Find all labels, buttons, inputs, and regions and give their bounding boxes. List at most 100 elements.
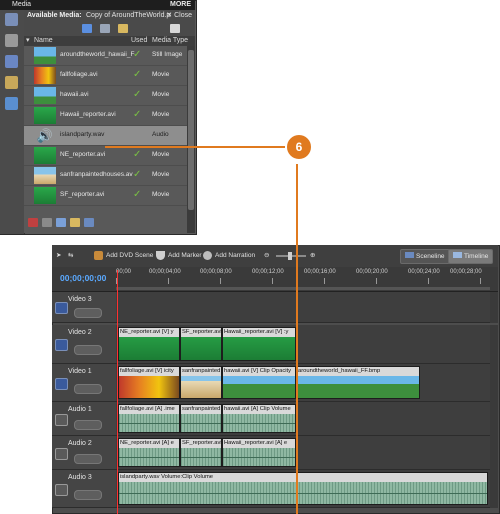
- list-view-icon[interactable]: [42, 218, 52, 227]
- ruler-tick-label: 00;00;28;00: [450, 269, 482, 275]
- timeline-scrollbar[interactable]: [490, 325, 498, 364]
- add-narration-label: Add Narration: [215, 252, 256, 259]
- track-lane[interactable]: [116, 292, 490, 323]
- selection-tool-icon[interactable]: ➤: [56, 250, 61, 262]
- audio-clip[interactable]: islandparty.wav Volume:Clip Volume: [118, 472, 488, 505]
- media-thumbnail: [34, 147, 56, 164]
- used-column-header[interactable]: Used: [131, 36, 147, 46]
- audio-clip[interactable]: hawaii.avi [A] Clip Volume: [222, 404, 296, 433]
- video-clip[interactable]: NE_reporter.avi [V] y: [118, 327, 180, 361]
- clip-label: sanfranpainted: [181, 405, 221, 414]
- media-item-name: islandparty.wav: [60, 131, 105, 138]
- media-list-item[interactable]: NE_reporter.avi ✓ Movie: [24, 146, 187, 166]
- video-track-icon[interactable]: [55, 339, 68, 351]
- media-list-item[interactable]: sanfranpaintedhouses.av ✓ Movie: [24, 166, 187, 186]
- media-list-item-selected[interactable]: 🔊 islandparty.wav Audio: [24, 126, 187, 146]
- track-lane[interactable]: islandparty.wav Volume:Clip Volume: [116, 470, 490, 508]
- add-narration-button[interactable]: Add Narration: [203, 250, 255, 262]
- still-image-filter-icon[interactable]: [118, 24, 128, 33]
- media-scrollbar[interactable]: [187, 46, 195, 233]
- audio-clip[interactable]: fallfoliage.avi [A] .ime: [118, 404, 180, 433]
- media-scroll-thumb[interactable]: [188, 50, 194, 210]
- track-options-toggle[interactable]: [74, 454, 102, 464]
- audio-track-icon[interactable]: [55, 484, 68, 496]
- work-area-bar[interactable]: [116, 287, 490, 290]
- more-menu-button[interactable]: MORE: [170, 0, 191, 10]
- track-lane[interactable]: NE_reporter.avi [V] y SF_reporter.avi [V…: [116, 325, 490, 364]
- tab-sceneline[interactable]: Sceneline: [400, 249, 450, 264]
- media-icon[interactable]: [5, 34, 18, 47]
- media-list-item[interactable]: Hawaii_reporter.avi ✓ Movie: [24, 106, 187, 126]
- video-clip[interactable]: hawaii.avi [V] Clip Opacity: [222, 366, 296, 399]
- dvd-scene-icon: [94, 250, 103, 260]
- timeline-scrollbar[interactable]: [490, 364, 498, 402]
- playhead[interactable]: [117, 270, 118, 514]
- ruler-tick: [168, 278, 169, 284]
- media-thumbnail: [34, 107, 56, 124]
- transitions-icon[interactable]: [5, 76, 18, 89]
- audio-track-icon[interactable]: [55, 448, 68, 460]
- type-column-header[interactable]: Media Type: [152, 36, 188, 46]
- delete-icon[interactable]: [28, 218, 38, 227]
- titles-icon[interactable]: [5, 97, 18, 110]
- video-filter-icon[interactable]: [82, 24, 92, 33]
- zoom-in-icon[interactable]: ⊕: [310, 250, 315, 262]
- organizer-icon[interactable]: [5, 13, 18, 26]
- icon-view-icon[interactable]: [56, 218, 66, 227]
- audio-clip[interactable]: Hawaii_reporter.avi [A] e: [222, 438, 296, 467]
- audio-clip[interactable]: NE_reporter.avi [A] e: [118, 438, 180, 467]
- audio-clip[interactable]: SF_reporter.avi [A]: [180, 438, 222, 467]
- still-image-clip[interactable]: aroundtheworld_hawaii_FF.bmp: [296, 366, 420, 399]
- track-lane[interactable]: NE_reporter.avi [A] e SF_reporter.avi [A…: [116, 436, 490, 470]
- timeline-scrollbar[interactable]: [490, 470, 498, 508]
- media-list-item[interactable]: fallfoliage.avi ✓ Movie: [24, 66, 187, 86]
- track-options-toggle[interactable]: [74, 384, 102, 394]
- video-clip[interactable]: sanfranpainted: [180, 366, 222, 399]
- track-options-toggle[interactable]: [74, 490, 102, 500]
- media-filter-toolbar: [24, 22, 195, 37]
- new-item-icon[interactable]: [170, 24, 180, 33]
- add-dvd-scene-button[interactable]: Add DVD Scene: [94, 250, 153, 262]
- track-options-toggle[interactable]: [74, 345, 102, 355]
- timeline-scrollbar[interactable]: [490, 292, 498, 323]
- name-column-header[interactable]: Name: [34, 36, 53, 46]
- audio-track-icon[interactable]: [55, 414, 68, 426]
- close-button[interactable]: ✕ Close: [166, 10, 192, 22]
- zoom-out-icon[interactable]: ⊖: [264, 250, 269, 262]
- video-track-icon[interactable]: [55, 302, 68, 314]
- track-options-toggle[interactable]: [74, 308, 102, 318]
- track-name: Audio 1: [68, 406, 92, 413]
- ruler-tick-label: 00;00: [116, 269, 132, 275]
- audio-clip[interactable]: sanfranpainted: [180, 404, 222, 433]
- track-options-toggle[interactable]: [74, 420, 102, 430]
- media-item-type: Movie: [152, 111, 170, 118]
- time-ruler[interactable]: 00;00 00;00;04;00 00;00;08;00 00;00;12;0…: [116, 267, 490, 291]
- tab-timeline[interactable]: Timeline: [448, 249, 494, 264]
- track-lane[interactable]: fallfoliage.avi [V] icity sanfranpainted…: [116, 364, 490, 402]
- media-list-item[interactable]: SF_reporter.avi ✓ Movie: [24, 186, 187, 206]
- callout-leader-line: [105, 146, 285, 148]
- video-track-icon[interactable]: [55, 378, 68, 390]
- add-marker-button[interactable]: Add Marker: [156, 250, 202, 262]
- video-clip[interactable]: Hawaii_reporter.avi [V] :y: [222, 327, 296, 361]
- current-timecode[interactable]: 00;00;00;00: [60, 273, 106, 283]
- media-item-type: Movie: [152, 71, 170, 78]
- clip-label: hawaii.avi [V] Clip Opacity: [223, 367, 295, 376]
- track-lane[interactable]: fallfoliage.avi [A] .ime sanfranpainted …: [116, 402, 490, 436]
- audio-filter-icon[interactable]: [100, 24, 110, 33]
- timeline-scrollbar[interactable]: [490, 402, 498, 436]
- timeline-scrollbar[interactable]: [490, 436, 498, 470]
- new-folder-icon[interactable]: [84, 218, 94, 227]
- effects-icon[interactable]: [5, 55, 18, 68]
- media-list-item[interactable]: aroundtheworld_hawaii_F ✓ Still Image: [24, 46, 187, 66]
- project-name: Copy of AroundTheWorld.prel: [86, 12, 171, 19]
- sort-chevron-icon[interactable]: ▾: [26, 36, 30, 46]
- video-clip[interactable]: SF_reporter.avi [V]: [180, 327, 222, 361]
- video-clip[interactable]: fallfoliage.avi [V] icity: [118, 366, 180, 399]
- zoom-slider-handle[interactable]: [288, 252, 292, 260]
- folder-icon[interactable]: [70, 218, 80, 227]
- time-stretch-tool-icon[interactable]: ⇆: [68, 250, 73, 262]
- marker-icon: [156, 250, 165, 260]
- media-list-item[interactable]: hawaii.avi ✓ Movie: [24, 86, 187, 106]
- ruler-tick: [324, 278, 325, 284]
